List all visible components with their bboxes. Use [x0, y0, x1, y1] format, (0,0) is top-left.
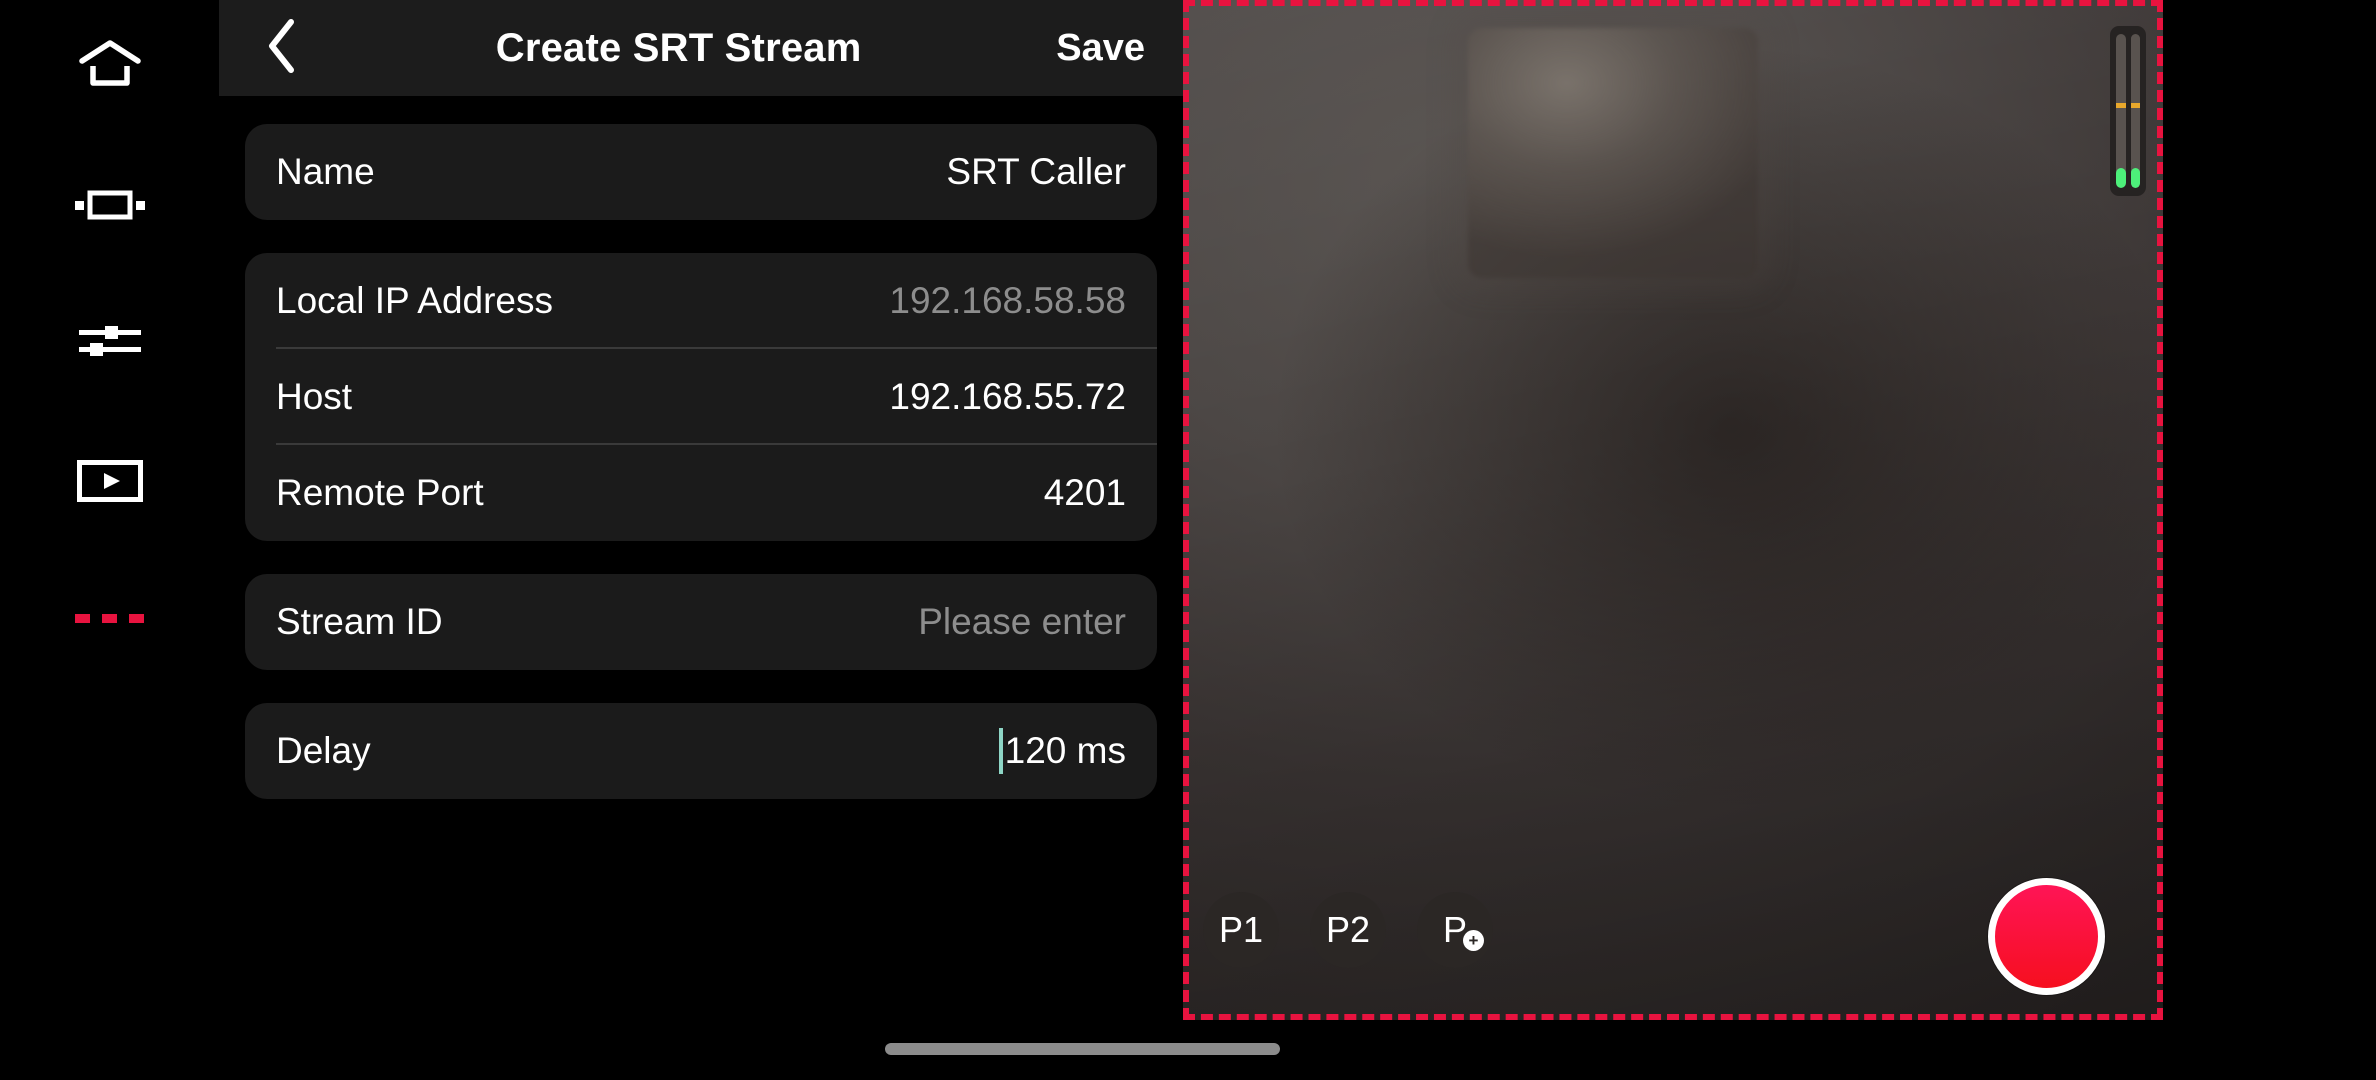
row-label: Host [276, 376, 353, 417]
left-navigation-rail [0, 0, 219, 1080]
home-icon [78, 39, 141, 95]
audio-peak-marker [2116, 102, 2126, 108]
audio-level-meter [2110, 26, 2146, 196]
form-group-delay: Delay 120 ms [245, 703, 1157, 799]
preset-button-add[interactable]: P + [1417, 892, 1493, 968]
sidebar-item-more[interactable] [62, 570, 158, 666]
preset-button-p2[interactable]: P2 [1310, 892, 1386, 968]
save-button[interactable]: Save [1056, 27, 1145, 70]
app-screen: Create SRT Stream Save Name SRT Caller L… [0, 0, 2376, 1080]
panel-header: Create SRT Stream Save [219, 0, 1183, 96]
form-row-name[interactable]: Name SRT Caller [245, 124, 1157, 220]
audio-level-fill [2116, 167, 2126, 188]
more-dots-icon [74, 610, 145, 626]
form-row-host[interactable]: Host 192.168.55.72 [245, 349, 1157, 445]
form-group-name: Name SRT Caller [245, 124, 1157, 220]
form-body[interactable]: Name SRT Caller Local IP Address 192.168… [219, 96, 1183, 1080]
camera-preview[interactable]: P1 P2 P + [1183, 0, 2163, 1020]
home-gesture-bar[interactable] [885, 1043, 1280, 1055]
form-row-remote-port[interactable]: Remote Port 4201 [245, 445, 1157, 541]
form-row-local-ip: Local IP Address 192.168.58.58 [245, 253, 1157, 349]
form-row-stream-id[interactable]: Stream ID Please enter [245, 574, 1157, 670]
sliders-icon [78, 321, 141, 363]
form-group-connection: Local IP Address 192.168.58.58 Host 192.… [245, 253, 1157, 541]
plus-circle-icon: + [1463, 930, 1484, 951]
text-caret [998, 728, 1003, 774]
sidebar-item-device[interactable] [62, 157, 158, 253]
audio-peak-marker [2130, 102, 2140, 108]
sidebar-item-playback[interactable] [62, 433, 158, 529]
local-ip-value: 192.168.58.58 [889, 280, 1126, 321]
preview-subject-blur [1468, 28, 1758, 278]
preset-button-p1[interactable]: P1 [1203, 892, 1279, 968]
create-srt-stream-panel: Create SRT Stream Save Name SRT Caller L… [219, 0, 1183, 1080]
stream-id-input[interactable]: Please enter [918, 601, 1126, 643]
audio-channel-right [2130, 34, 2140, 188]
delay-input[interactable]: 120 ms [998, 728, 1126, 774]
host-field-value[interactable]: 192.168.55.72 [889, 376, 1126, 418]
form-row-delay[interactable]: Delay 120 ms [245, 703, 1157, 799]
record-button[interactable] [1988, 878, 2105, 995]
row-label: Remote Port [276, 472, 484, 513]
sidebar-item-home[interactable] [62, 19, 158, 115]
device-frame-icon [74, 186, 146, 224]
chevron-left-icon [266, 18, 296, 78]
row-label: Name [276, 151, 375, 192]
preset-label: P2 [1325, 909, 1371, 950]
audio-channel-left [2116, 34, 2126, 188]
name-field-value[interactable]: SRT Caller [946, 151, 1126, 193]
row-label: Stream ID [276, 601, 443, 642]
video-play-icon [76, 460, 143, 502]
delay-value-text: 120 ms [1004, 730, 1126, 771]
form-group-stream-id: Stream ID Please enter [245, 574, 1157, 670]
sidebar-item-settings[interactable] [62, 294, 158, 390]
row-label: Delay [276, 730, 371, 771]
row-label: Local IP Address [276, 280, 553, 321]
preset-button-group: P1 P2 P + [1203, 892, 1493, 968]
remote-port-field-value[interactable]: 4201 [1044, 472, 1126, 514]
page-title: Create SRT Stream [495, 25, 862, 70]
preset-label: P1 [1218, 909, 1264, 950]
audio-level-fill [2130, 167, 2140, 188]
